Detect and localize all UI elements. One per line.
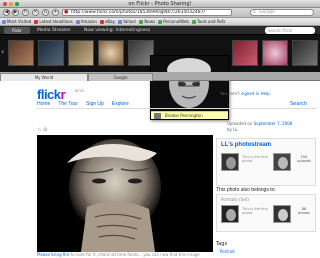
upload-info: Uploaded on September 7, 2008 by LL: [227, 121, 293, 132]
bookmark-icon: [99, 19, 104, 24]
tag-link[interactable]: Portrait: [220, 249, 235, 254]
photo-tools[interactable]: ☆ ⊙: [37, 127, 47, 133]
url-text: http://www.flickr.com/photos/18536990@N0…: [71, 10, 206, 15]
photostream-prev-thumb[interactable]: [221, 153, 239, 171]
forward-button[interactable]: ▶: [12, 9, 19, 16]
set-next-thumb[interactable]: [273, 205, 291, 223]
photostream-title[interactable]: LL's photostream: [221, 142, 271, 148]
thumbnail[interactable]: [68, 40, 94, 66]
signin-status: You aren't signed in Help: [220, 91, 270, 96]
help-link[interactable]: Help: [261, 91, 270, 96]
tags-title: Tags: [216, 241, 228, 247]
flickr-toolbar-logo[interactable]: flickr: [4, 27, 30, 34]
flickr-logo[interactable]: flickr: [37, 87, 66, 102]
now-viewing-label[interactable]: Now viewing: Interestingness: [84, 27, 150, 34]
caption-link[interactable]: Please bring fire: [37, 252, 69, 257]
photo-caption: Please bring fire to vote for it, check …: [37, 252, 200, 257]
thumb-image: [274, 154, 290, 170]
thumbnail[interactable]: [232, 40, 258, 66]
beta-label: BETA: [75, 89, 84, 93]
thumbnail[interactable]: [292, 40, 318, 66]
folder-icon: [191, 19, 196, 24]
preview-owner-name: Brooke Pennington: [165, 113, 203, 118]
elder-portrait-image: [37, 135, 213, 252]
scroll-left-arrow-icon[interactable]: ‹: [1, 47, 4, 56]
thumbnail[interactable]: [8, 40, 34, 66]
thumb-image: [222, 206, 238, 222]
rss-icon: [34, 19, 39, 24]
reload-button[interactable]: ↻: [22, 9, 29, 16]
owner-avatar: [154, 113, 161, 119]
media-streams-button[interactable]: Media Streams: [37, 27, 71, 34]
owner-link[interactable]: LL: [233, 127, 237, 132]
header-divider: [37, 108, 317, 109]
photo-hover-preview[interactable]: Brooke Pennington: [150, 55, 229, 120]
search-placeholder: Google: [259, 10, 275, 15]
bookmarks-bar: Most Visited Latest Headlines Amazon eBa…: [0, 18, 320, 26]
bookmark-icon: [2, 19, 6, 24]
bookmark-news[interactable]: News: [139, 19, 155, 24]
set-count: 86 photos: [298, 207, 310, 215]
browser-search-field[interactable]: ⌕ Google: [250, 9, 314, 16]
set-prev-thumb[interactable]: [221, 205, 239, 223]
tab-my-world[interactable]: My World: [0, 73, 88, 81]
folder-icon: [139, 19, 144, 24]
bookmark-personalweb[interactable]: PersonalWeb: [158, 19, 189, 24]
set-box: Portraits (Set) This is the first photo.…: [216, 194, 316, 232]
set-first-label: This is the first photo.: [242, 207, 268, 215]
bookmark-most-visited[interactable]: Most Visited: [2, 19, 31, 24]
photostream-first-label: This is the first photo.: [242, 155, 268, 163]
back-button[interactable]: ◀: [3, 9, 10, 16]
upload-date-link[interactable]: September 7, 2008: [254, 121, 293, 126]
folder-icon: [158, 19, 163, 24]
bookmark-latest-headlines[interactable]: Latest Headlines: [34, 19, 73, 24]
window-title: on Flickr - Photo Sharing!: [128, 1, 192, 7]
navigation-toolbar: ◀ ▶ ↻ × ⌂ + ● http://www.flickr.com/phot…: [0, 8, 320, 18]
address-bar[interactable]: ● http://www.flickr.com/photos/18536990@…: [62, 9, 232, 16]
set-name[interactable]: Portraits (Set): [221, 197, 249, 202]
signin-link[interactable]: signed in: [241, 91, 259, 96]
home-button[interactable]: ⌂: [42, 9, 49, 16]
photostream-box: LL's photostream This is the first photo…: [216, 138, 316, 186]
thumb-image: [274, 206, 290, 222]
stop-button[interactable]: ×: [32, 9, 39, 16]
main-photo[interactable]: [37, 135, 213, 252]
nav-home[interactable]: Home: [37, 101, 50, 107]
preview-caption: Brooke Pennington: [151, 111, 228, 119]
bookmark-ebay[interactable]: eBay: [99, 19, 115, 24]
thumbnail[interactable]: [38, 40, 64, 66]
photostream-count: 294 uploads: [297, 155, 311, 163]
flickr-toolbar: flickr Media Streams Now viewing: Intere…: [0, 26, 320, 35]
photostream-next-thumb[interactable]: [273, 153, 291, 171]
belongs-to-title: This photo also belongs to:: [216, 187, 276, 193]
bookmark-amazon[interactable]: Amazon: [75, 19, 97, 24]
nav-signup[interactable]: Sign Up: [86, 101, 104, 107]
flickr-search-field[interactable]: Search flickr: [265, 27, 315, 34]
favicon-icon: ●: [64, 9, 69, 15]
search-icon: ⌕: [253, 9, 256, 15]
bookmark-tools[interactable]: Tools and Refs: [191, 19, 225, 24]
preview-portrait-image: [151, 56, 228, 112]
bookmark-yahoo[interactable]: Yahoo!: [117, 19, 136, 24]
bookmark-icon: [117, 19, 122, 24]
bookmark-icon: [75, 19, 80, 24]
add-bookmark-button[interactable]: +: [52, 9, 59, 16]
search-link[interactable]: Search: [290, 101, 307, 107]
window-titlebar: on Flickr - Photo Sharing!: [0, 0, 320, 8]
thumb-image: [222, 154, 238, 170]
tab-google[interactable]: Google: [88, 73, 153, 81]
nav-explore[interactable]: Explore: [112, 101, 129, 107]
browser-tab-bar: My World Google: [0, 72, 320, 81]
thumbnail[interactable]: [262, 40, 288, 66]
nav-tour[interactable]: The Tour: [58, 101, 78, 107]
global-nav: Home The Tour Sign Up Explore: [37, 101, 129, 107]
thumbnail[interactable]: [98, 40, 124, 66]
